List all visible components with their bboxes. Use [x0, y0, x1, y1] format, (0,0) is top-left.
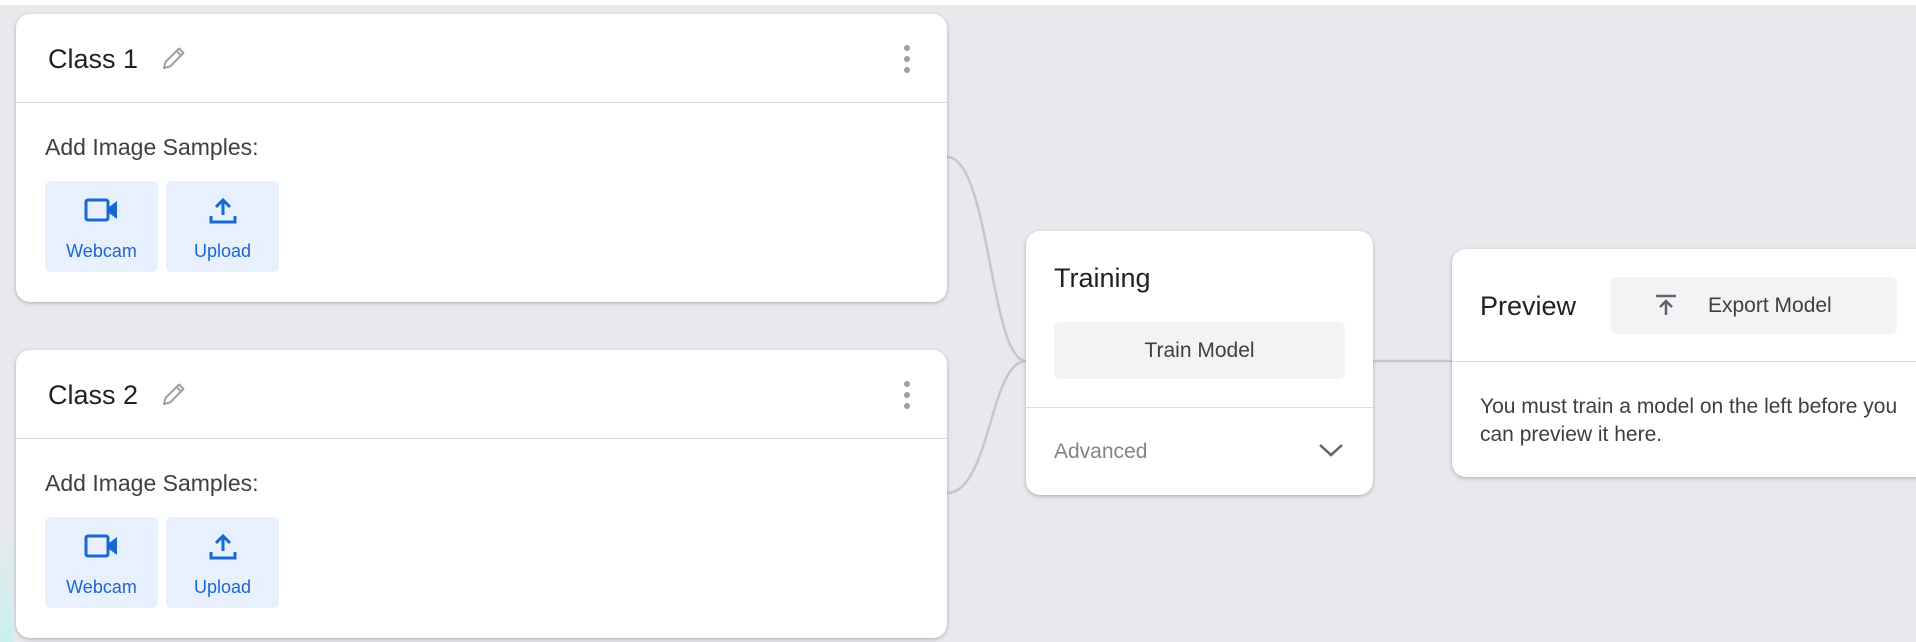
upload-label: Upload	[193, 577, 252, 597]
preview-header: Preview Export Model	[1452, 249, 1916, 362]
export-model-button[interactable]: Export Model	[1611, 277, 1897, 334]
webcam-label: Webcam	[66, 577, 137, 597]
wire-class2-to-training	[946, 359, 1027, 495]
upload-icon	[209, 197, 236, 224]
class-card-1: Class 1 Add Image Samples: Webcam Upload	[16, 14, 947, 302]
chevron-down-icon	[1319, 444, 1343, 457]
class-title[interactable]: Class 1	[48, 44, 138, 75]
wire-class1-to-training	[946, 155, 1027, 363]
advanced-label: Advanced	[1054, 440, 1148, 463]
add-samples-label: Add Image Samples:	[45, 470, 259, 496]
webcam-button[interactable]: Webcam	[45, 181, 158, 272]
preview-message: You must train a model on the left befor…	[1480, 395, 1898, 446]
train-model-button[interactable]: Train Model	[1054, 322, 1345, 379]
preview-title: Preview	[1480, 291, 1577, 321]
more-vert-icon[interactable]	[901, 42, 913, 76]
canvas: Class 1 Add Image Samples: Webcam Upload…	[0, 0, 1916, 642]
preview-card: Preview Export Model You must train a mo…	[1452, 249, 1916, 477]
pencil-icon[interactable]	[156, 42, 190, 76]
training-title: Training	[1054, 263, 1151, 293]
advanced-toggle[interactable]: Advanced	[1026, 408, 1373, 495]
more-vert-icon[interactable]	[901, 378, 913, 412]
upload-label: Upload	[193, 241, 252, 261]
edge-glow	[0, 520, 14, 642]
export-icon	[1656, 294, 1676, 315]
webcam-label: Webcam	[66, 241, 137, 261]
upload-button[interactable]: Upload	[166, 181, 279, 272]
export-model-label: Export Model	[1708, 294, 1832, 317]
class-card-2: Class 2 Add Image Samples: Webcam Upload	[16, 350, 947, 638]
webcam-button[interactable]: Webcam	[45, 517, 158, 608]
add-samples-label: Add Image Samples:	[45, 134, 259, 160]
class-title[interactable]: Class 2	[48, 380, 138, 411]
pencil-icon[interactable]	[156, 378, 190, 412]
upload-icon	[209, 533, 236, 560]
class-card-header: Class 2	[16, 350, 947, 439]
videocam-icon	[84, 198, 117, 222]
class-card-header: Class 1	[16, 14, 947, 103]
training-card: Training Train Model Advanced	[1026, 231, 1373, 495]
videocam-icon	[84, 534, 117, 558]
upload-button[interactable]: Upload	[166, 517, 279, 608]
